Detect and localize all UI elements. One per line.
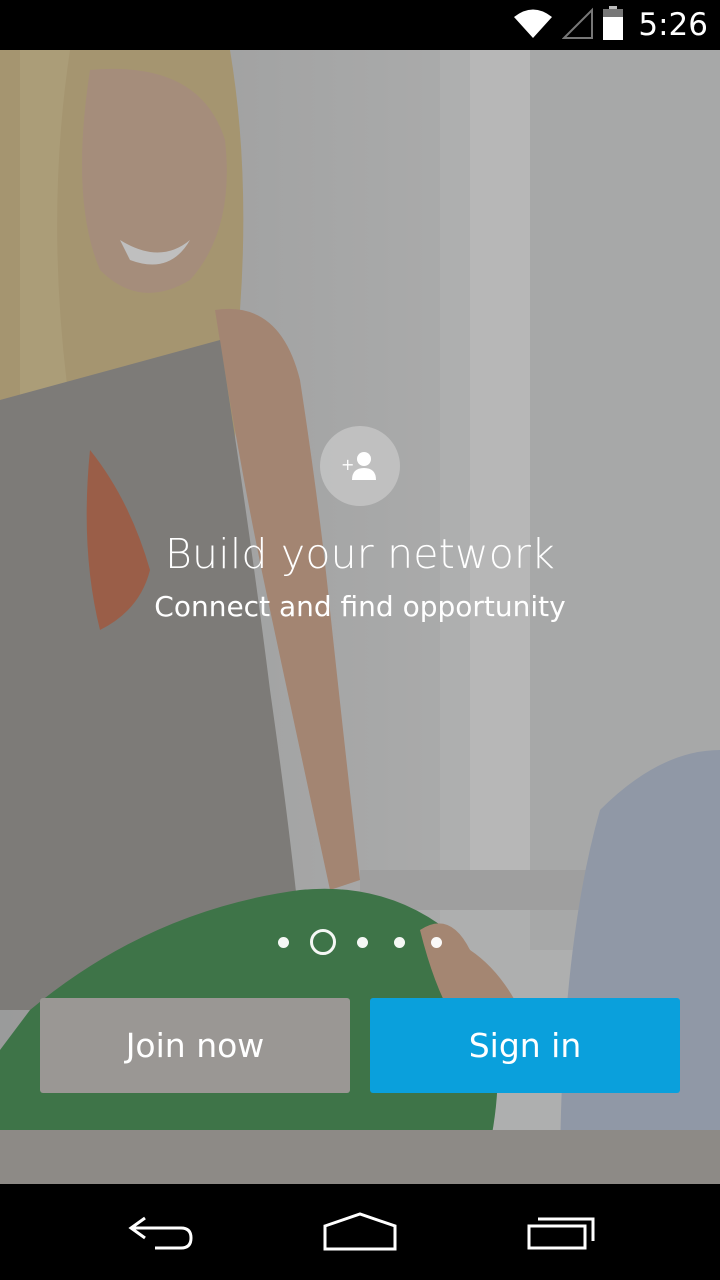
wifi-icon [512,6,554,44]
onboarding-title: Build your network [165,530,555,578]
page-dot[interactable] [357,936,368,948]
add-connection-icon: + [320,426,400,506]
svg-text:+: + [341,455,354,474]
onboarding-subtitle: Connect and find opportunity [154,590,566,623]
status-bar: 5:26 [0,0,720,50]
status-time: 5:26 [638,7,708,43]
cell-signal-icon [561,6,594,44]
status-icons: 5:26 [512,6,708,44]
home-icon[interactable] [300,1198,420,1266]
page-dot[interactable] [278,936,289,948]
sign-in-button[interactable]: Sign in [370,998,680,1093]
battery-icon [602,5,624,45]
page-dot-active[interactable] [310,929,336,955]
page-indicator [0,924,720,960]
page-dot[interactable] [394,936,405,948]
join-now-button[interactable]: Join now [40,998,350,1093]
navigation-bar [0,1184,720,1280]
app-screen: 5:26 + Build your network Connect and fi… [0,0,720,1280]
back-icon[interactable] [100,1198,220,1266]
page-dot[interactable] [431,936,442,948]
recent-apps-icon[interactable] [502,1198,622,1266]
